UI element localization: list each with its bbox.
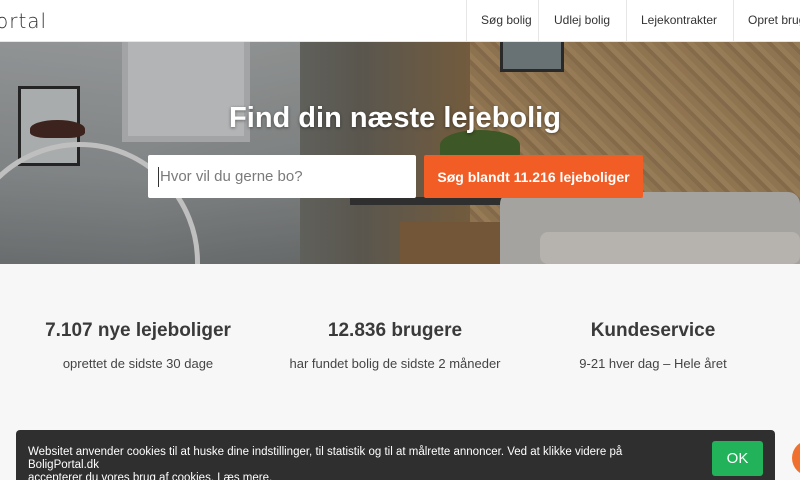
stat-users: 12.836 brugere har fundet bolig de sidst…: [265, 320, 525, 371]
text-caret: [158, 167, 159, 187]
cookie-ok-button[interactable]: OK: [712, 441, 763, 476]
stat-value: 12.836 brugere: [327, 320, 463, 341]
stat-value: 7.107 nye lejeboliger: [45, 320, 231, 341]
cookie-text-line2: accepterer du vores brug af cookies.: [28, 472, 215, 480]
main-nav: Søg bolig Udlej bolig Lejekontrakter Opr…: [466, 0, 800, 42]
hero-section: Find din næste lejebolig Søg blandt 11.2…: [0, 42, 800, 264]
stat-customer-service: Kundeservice 9-21 hver dag – Hele året: [523, 320, 783, 371]
cookie-text-line1: Websitet anvender cookies til at huske d…: [28, 446, 623, 471]
top-header: ortal Søg bolig Udlej bolig Lejekontrakt…: [0, 0, 800, 42]
stat-new-listings: 7.107 nye lejeboliger oprettet de sidste…: [8, 320, 268, 371]
site-logo[interactable]: ortal: [0, 9, 47, 33]
stat-value: Kundeservice: [590, 320, 716, 341]
nav-item-create-user[interactable]: Opret brug: [733, 0, 800, 42]
read-more-link[interactable]: Læs mere.: [217, 472, 272, 480]
nav-item-search-home[interactable]: Søg bolig: [466, 0, 538, 42]
stat-description: har fundet bolig de sidste 2 måneder: [289, 356, 501, 371]
stat-description: 9-21 hver dag – Hele året: [579, 356, 727, 371]
search-listings-button[interactable]: Søg blandt 11.216 lejeboliger: [424, 155, 643, 198]
cookie-banner: Websitet anvender cookies til at huske d…: [16, 430, 775, 480]
hero-title: Find din næste lejebolig: [229, 102, 561, 134]
stat-description: oprettet de sidste 30 dage: [62, 356, 214, 371]
cookie-message: Websitet anvender cookies til at huske d…: [28, 446, 688, 480]
nav-item-contracts[interactable]: Lejekontrakter: [626, 0, 733, 42]
nav-item-rent-out[interactable]: Udlej bolig: [538, 0, 626, 42]
hero-overlay: [0, 42, 800, 264]
location-search-input[interactable]: [148, 155, 416, 198]
